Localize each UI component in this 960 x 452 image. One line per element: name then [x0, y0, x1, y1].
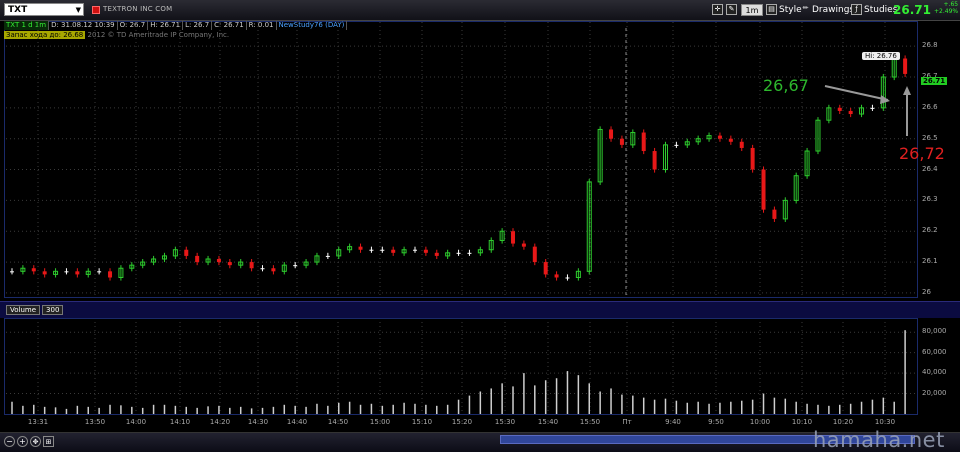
- last-price-badge: 26.71: [921, 77, 948, 85]
- candle-body: [467, 252, 472, 254]
- candle-body: [434, 252, 439, 256]
- fit-icon[interactable]: ⊞: [43, 436, 54, 447]
- candle-body: [380, 249, 385, 251]
- annotation-arrow-right-head: [903, 86, 911, 95]
- candle-body: [271, 268, 276, 272]
- candle-body: [412, 249, 417, 251]
- candle-body: [325, 255, 330, 257]
- annotation-arrow-left: [824, 85, 889, 101]
- candle-body: [848, 110, 853, 115]
- candle-body: [750, 147, 755, 170]
- candle-body: [75, 271, 80, 275]
- candle-body: [619, 138, 624, 145]
- candle-body: [108, 271, 113, 278]
- candle-body: [97, 271, 102, 273]
- candle-body: [772, 209, 777, 219]
- candle-body: [554, 274, 559, 278]
- candle-body: [543, 262, 548, 275]
- candle-body: [42, 271, 47, 275]
- candle-body: [761, 169, 766, 210]
- candle-body: [903, 58, 908, 74]
- candle-body: [358, 246, 363, 250]
- candle-body: [391, 249, 396, 253]
- candle-body: [293, 265, 298, 267]
- candle-body: [532, 246, 537, 263]
- watermark: hamaha.net: [813, 428, 945, 452]
- candle-body: [870, 107, 875, 109]
- candle-body: [641, 132, 646, 152]
- candle-body: [511, 231, 516, 244]
- candle-body: [31, 268, 36, 272]
- candle-body: [216, 258, 221, 263]
- annotation-left: 26,67: [763, 76, 809, 95]
- chart-svg: [6, 22, 916, 414]
- zoom-in-icon[interactable]: +: [17, 436, 28, 447]
- candle-body: [739, 141, 744, 148]
- candle-body: [521, 243, 526, 247]
- candle-body: [609, 129, 614, 139]
- candle-body: [565, 277, 570, 279]
- candle-body: [423, 249, 428, 253]
- candle-body: [369, 249, 374, 251]
- candle-body: [837, 107, 842, 111]
- zoom-out-icon[interactable]: −: [4, 436, 15, 447]
- candle-body: [717, 135, 722, 139]
- candle-body: [674, 144, 679, 146]
- candle-body: [64, 271, 69, 273]
- candle-body: [195, 255, 200, 263]
- candle-body: [260, 268, 265, 270]
- pan-icon[interactable]: ✥: [30, 436, 41, 447]
- candle-body: [652, 151, 657, 170]
- candle-body: [728, 138, 733, 142]
- candle-body: [456, 252, 461, 254]
- candle-body: [10, 271, 14, 273]
- candle-body: [184, 249, 189, 256]
- hi-label: Hi: 26.76: [862, 52, 900, 60]
- annotation-right: 26,72: [899, 144, 945, 163]
- candle-body: [227, 262, 232, 266]
- candle-body: [249, 262, 254, 269]
